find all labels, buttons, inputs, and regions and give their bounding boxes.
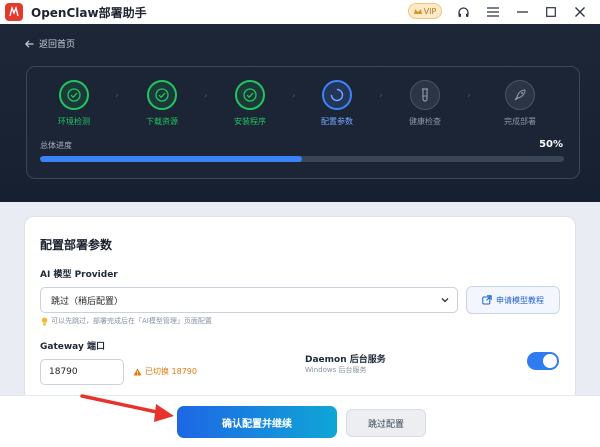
progress-header: 返回首页 环境检测 › 下载资源 › 安装程序 › 配置参数 › 健康检查 › … (0, 24, 600, 202)
overall-progress-percent: 50% (539, 139, 563, 150)
gateway-port-value: 18790 (49, 367, 78, 377)
daemon-subtitle: Windows 后台服务 (305, 366, 367, 374)
step-download-resources: 下载资源 (130, 80, 194, 127)
lightbulb-icon (41, 317, 48, 325)
confirm-continue-button[interactable]: 确认配置并继续 (177, 406, 337, 438)
step-install-program: 安装程序 (218, 80, 282, 127)
chevron-right-icon: › (467, 91, 471, 101)
back-home-label: 返回首页 (39, 40, 76, 50)
menu-icon[interactable] (484, 3, 502, 21)
step-label: 下载资源 (146, 117, 178, 126)
port-warning-text: 已切换 18790 (145, 367, 197, 376)
step-check-circle (147, 80, 177, 110)
chevron-right-icon: › (204, 91, 208, 101)
app-title: OpenClaw部署助手 (31, 6, 147, 20)
provider-select[interactable]: 跳过（稍后配置） (40, 287, 458, 313)
check-icon (67, 88, 81, 102)
toggle-knob (543, 354, 557, 368)
step-environment-check: 环境检测 (42, 80, 106, 127)
step-label: 配置参数 (321, 117, 353, 126)
chevron-down-icon (441, 298, 449, 303)
progress-fill (40, 156, 302, 162)
overall-progress-label: 总体进度 (40, 141, 72, 150)
check-icon (155, 88, 169, 102)
step-complete-deployment: 完成部署 (488, 80, 552, 127)
close-icon[interactable] (571, 3, 589, 21)
step-label: 完成部署 (504, 117, 536, 126)
step-active-circle (322, 80, 352, 110)
back-home-link[interactable]: 返回首页 (25, 37, 75, 50)
provider-label: AI 模型 Provider (40, 270, 118, 280)
apply-model-tutorial-button[interactable]: 申请模型教程 (466, 286, 560, 314)
step-pending-circle (505, 80, 535, 110)
provider-hint-text: 可以先跳过，部署完成后在「AI模型管理」页面配置 (51, 317, 212, 325)
step-pending-circle (410, 80, 440, 110)
minimize-icon[interactable] (513, 3, 531, 21)
overall-progress-bar (40, 156, 564, 162)
step-label: 环境检测 (58, 117, 90, 126)
warning-icon (133, 368, 142, 375)
provider-selected-value: 跳过（稍后配置） (51, 296, 124, 307)
chevron-right-icon: › (292, 91, 296, 101)
step-check-circle (59, 80, 89, 110)
vip-badge[interactable]: VIP (408, 3, 442, 19)
port-warning: 已切换 18790 (133, 366, 197, 377)
spinner-icon (330, 88, 344, 102)
step-health-check: 健康检查 (393, 80, 457, 127)
annotation-arrow-icon (80, 394, 174, 422)
headset-icon[interactable] (454, 3, 472, 21)
skip-config-button[interactable]: 跳过配置 (346, 409, 426, 437)
test-tube-icon (422, 88, 428, 102)
steps-card: 环境检测 › 下载资源 › 安装程序 › 配置参数 › 健康检查 › 完成部署 … (26, 66, 580, 179)
config-card: 配置部署参数 AI 模型 Provider 跳过（稍后配置） 申请模型教程 可以… (24, 216, 576, 416)
step-check-circle (235, 80, 265, 110)
step-configure-parameters: 配置参数 (305, 80, 369, 127)
rocket-icon (514, 89, 526, 101)
title-bar: OpenClaw部署助手 VIP (0, 0, 600, 24)
arrow-left-icon (25, 39, 34, 48)
vip-label: VIP (423, 6, 437, 16)
chevron-right-icon: › (379, 91, 383, 101)
external-link-icon (482, 295, 492, 305)
app-logo-icon (5, 3, 23, 21)
step-label: 安装程序 (234, 117, 266, 126)
step-label: 健康检查 (409, 117, 441, 126)
crown-icon (413, 8, 422, 14)
chevron-right-icon: › (115, 91, 119, 101)
gateway-port-input[interactable]: 18790 (40, 359, 124, 385)
provider-hint: 可以先跳过，部署完成后在「AI模型管理」页面配置 (41, 316, 212, 326)
daemon-toggle[interactable] (527, 352, 559, 370)
daemon-title: Daemon 后台服务 (305, 355, 386, 365)
tutorial-button-label: 申请模型教程 (496, 295, 544, 305)
maximize-icon[interactable] (542, 3, 560, 21)
config-title: 配置部署参数 (40, 238, 113, 252)
check-icon (243, 88, 257, 102)
gateway-port-label: Gateway 端口 (40, 342, 105, 352)
